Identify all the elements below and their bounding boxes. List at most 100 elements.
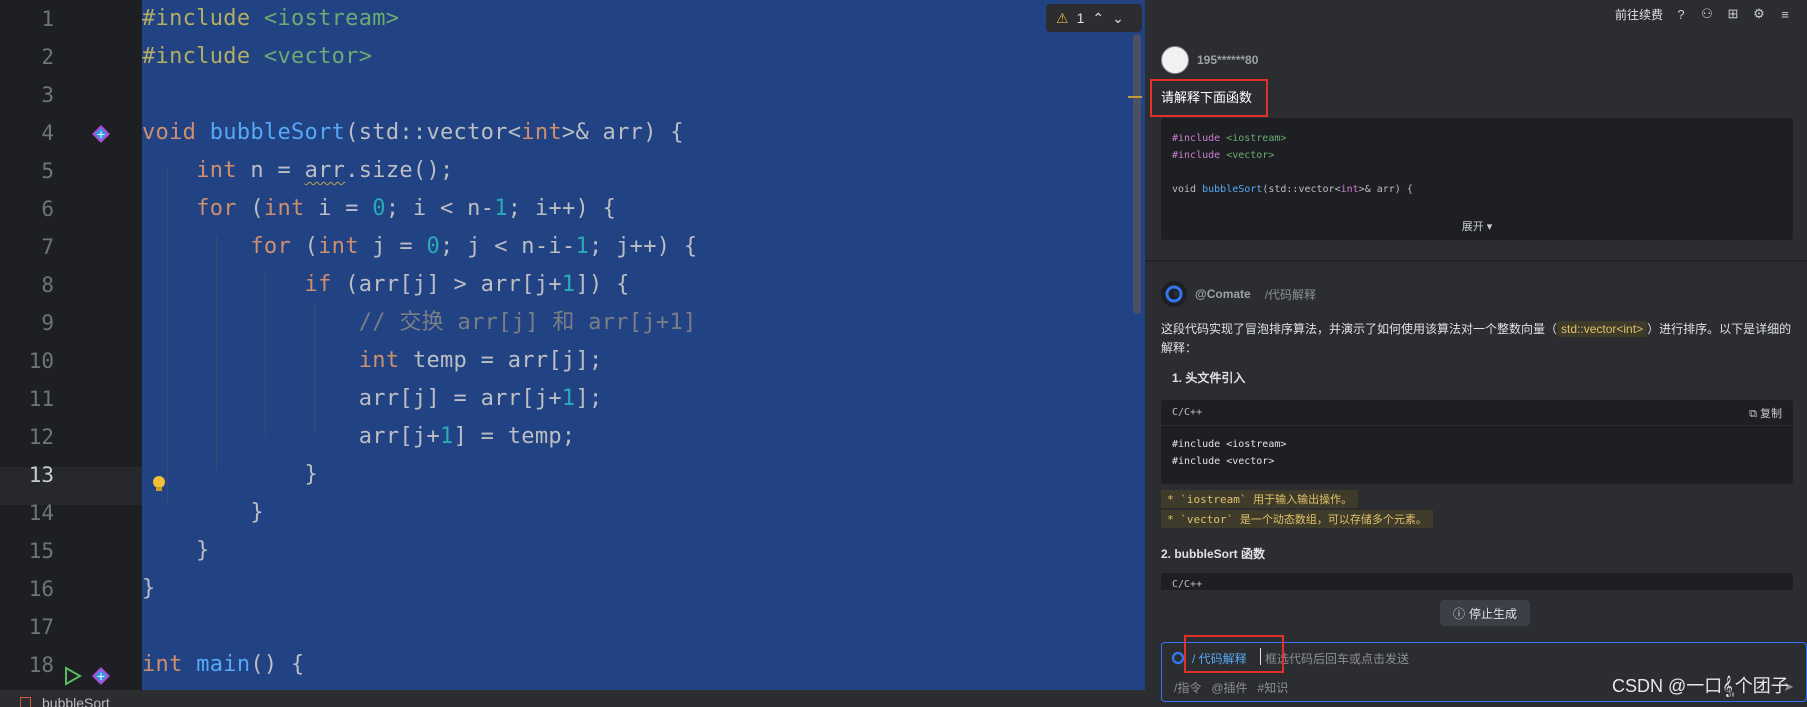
code-line[interactable]: 7 for (int j = 0; j < n-i-1; j++) { xyxy=(0,228,1145,266)
code-text: #include <vector> xyxy=(142,44,373,69)
code-line[interactable]: 10 int temp = arr[j]; xyxy=(0,342,1145,380)
code-text: void bubbleSort(std::vector<int>& arr) { xyxy=(142,120,684,145)
bullet-item: * `iostream` 用于输入输出操作。 xyxy=(1161,490,1359,508)
code-line[interactable]: 16} xyxy=(0,570,1145,608)
code-text: int main() { xyxy=(142,652,305,677)
input-toolbar: /指令 @插件 #知识 xyxy=(1174,679,1288,696)
code-line[interactable]: 5 int n = arr.size(); xyxy=(0,152,1145,190)
code-line: #include <iostream> xyxy=(1172,133,1287,144)
override-method-icon[interactable]: + xyxy=(91,124,111,144)
code-text: } xyxy=(142,576,156,601)
error-stripe-marker[interactable] xyxy=(1128,96,1142,98)
code-line[interactable]: 12 arr[j+1] = temp; xyxy=(0,418,1145,456)
divider xyxy=(1145,260,1807,262)
code-line[interactable]: 2 #include <vector> xyxy=(0,38,1145,76)
help-icon[interactable]: ? xyxy=(1673,6,1689,22)
code-text: // 交换 arr[j] 和 arr[j+1] xyxy=(358,310,697,335)
line-number: 12 xyxy=(28,425,54,449)
code-line[interactable]: 6 for (int i = 0; i < n-1; i++) { xyxy=(0,190,1145,228)
scrollbar[interactable] xyxy=(1133,34,1141,314)
line-number: 11 xyxy=(28,387,54,411)
stop-label: 停止生成 xyxy=(1469,606,1518,621)
stop-generating-button[interactable]: ⓘ 停止生成 xyxy=(1440,600,1530,626)
code-text: int temp = arr[j]; xyxy=(358,348,603,373)
warning-icon: ⚠ xyxy=(1056,9,1069,26)
inspection-widget[interactable]: ⚠ 1 ⌃ ⌄ xyxy=(1046,4,1142,32)
code-editor[interactable]: 1 #include <iostream> 2 #include <vector> 3 4… xyxy=(0,0,1145,707)
code-line[interactable]: 11 arr[j] = arr[j+1]; xyxy=(0,380,1145,418)
comate-logo-icon xyxy=(1171,651,1185,665)
answer-text: 这段代码实现了冒泡排序算法，并演示了如何使用该算法对一个整数向量（ xyxy=(1161,322,1558,336)
bullet-item: * `vector` 是一个动态数组，可以存储多个元素。 xyxy=(1161,510,1433,528)
line-number: 13 xyxy=(28,463,54,487)
renew-link[interactable]: 前往续费 xyxy=(1615,6,1663,23)
panel-toolbar: 前往续费 ? ⚇ ⊞ ⚙ ≡ xyxy=(1145,0,1807,28)
comate-logo-icon xyxy=(1161,281,1187,307)
line-number: 6 xyxy=(41,197,54,221)
line-number: 15 xyxy=(28,539,54,563)
chevron-down-icon[interactable]: ⌄ xyxy=(1112,10,1124,27)
code-line: void bubbleSort(std::vector<int>& arr) { xyxy=(1172,184,1413,195)
comate-chat-panel: 前往续费 ? ⚇ ⊞ ⚙ ≡ 195******80 请解释下面函数 #incl… xyxy=(1145,0,1807,707)
expand-button[interactable]: 展开 ▾ xyxy=(1161,218,1793,234)
line-number: 5 xyxy=(41,159,54,183)
bot-name: @Comate xyxy=(1195,287,1251,301)
code-text: int n = arr.size(); xyxy=(196,158,454,183)
user-settings-icon[interactable]: ⚇ xyxy=(1699,6,1715,22)
stop-icon: ⓘ xyxy=(1452,606,1465,621)
answer-code-block: C/C++ xyxy=(1161,573,1793,591)
answer-intro: 这段代码实现了冒泡排序算法，并演示了如何使用该算法对一个整数向量（ std::ve… xyxy=(1161,320,1797,358)
run-icon[interactable] xyxy=(63,666,83,686)
code-line[interactable]: 8 if (arr[j] > arr[j+1]) { xyxy=(0,266,1145,304)
add-window-icon[interactable]: ⊞ xyxy=(1725,6,1741,22)
question-code-snippet: #include <iostream> #include <vector> void… xyxy=(1161,118,1793,240)
chevron-up-icon[interactable]: ⌃ xyxy=(1092,10,1104,27)
user-name: 195******80 xyxy=(1197,53,1259,67)
inline-code: std::vector<int> xyxy=(1557,321,1648,337)
code-line: #include <iostream> xyxy=(1172,439,1287,450)
file-name[interactable]: bubbleSort xyxy=(42,695,110,707)
code-line[interactable]: 13 } xyxy=(0,456,1145,494)
code-line[interactable]: 18 int main() { xyxy=(0,646,1145,684)
knowledge-button[interactable]: #知识 xyxy=(1258,679,1289,696)
menu-icon[interactable]: ≡ xyxy=(1777,6,1793,22)
line-number: 1 xyxy=(41,7,54,31)
line-number: 3 xyxy=(41,83,54,107)
line-number: 14 xyxy=(28,501,54,525)
code-line: #include <vector> xyxy=(1172,150,1275,161)
plugin-button[interactable]: @插件 xyxy=(1211,679,1247,696)
line-number: 10 xyxy=(28,349,54,373)
lightbulb-icon[interactable] xyxy=(149,474,169,494)
file-tab-bar: bubbleSort xyxy=(0,690,1145,707)
code-text: } xyxy=(142,500,264,525)
svg-text:+: + xyxy=(96,128,105,141)
avatar xyxy=(1161,46,1189,74)
code-line[interactable]: 17 xyxy=(0,608,1145,646)
code-line[interactable]: 15 } xyxy=(0,532,1145,570)
copy-button[interactable]: ⧉ 复制 xyxy=(1749,405,1782,421)
code-line[interactable]: 4 void bubbleSort(std::vector<int>& arr) … xyxy=(0,114,1145,152)
gear-icon[interactable]: ⚙ xyxy=(1751,6,1767,22)
code-text: #include <iostream> xyxy=(142,6,400,31)
code-text: arr[j] = arr[j+1]; xyxy=(358,386,603,411)
svg-text:+: + xyxy=(96,670,105,683)
code-language: C/C++ xyxy=(1172,579,1203,590)
watermark: CSDN @一口𝄠个团子 xyxy=(1612,676,1789,696)
line-number: 4 xyxy=(41,121,54,145)
code-text: arr[j+1] = temp; xyxy=(358,424,576,449)
section-heading: 2. bubbleSort 函数 xyxy=(1161,547,1266,561)
command-button[interactable]: /指令 xyxy=(1174,679,1201,696)
code-text: for (int i = 0; i < n-1; i++) { xyxy=(196,196,617,221)
code-line[interactable]: 1 #include <iostream> xyxy=(0,0,1145,38)
code-line[interactable]: 9 // 交换 arr[j] 和 arr[j+1] xyxy=(0,304,1145,342)
code-text: for (int j = 0; j < n-i-1; j++) { xyxy=(250,234,698,259)
answer-code-block: C/C++ ⧉ 复制 #include <iostream> #include <… xyxy=(1161,400,1793,484)
warning-count: 1 xyxy=(1076,10,1085,26)
line-number: 9 xyxy=(41,311,54,335)
code-line[interactable]: 3 xyxy=(0,76,1145,114)
input-placeholder: 框选代码后回车或点击发送 xyxy=(1265,652,1410,666)
code-line[interactable]: 14 } xyxy=(0,494,1145,532)
file-icon xyxy=(20,697,31,707)
override-method-icon[interactable]: + xyxy=(91,666,111,686)
